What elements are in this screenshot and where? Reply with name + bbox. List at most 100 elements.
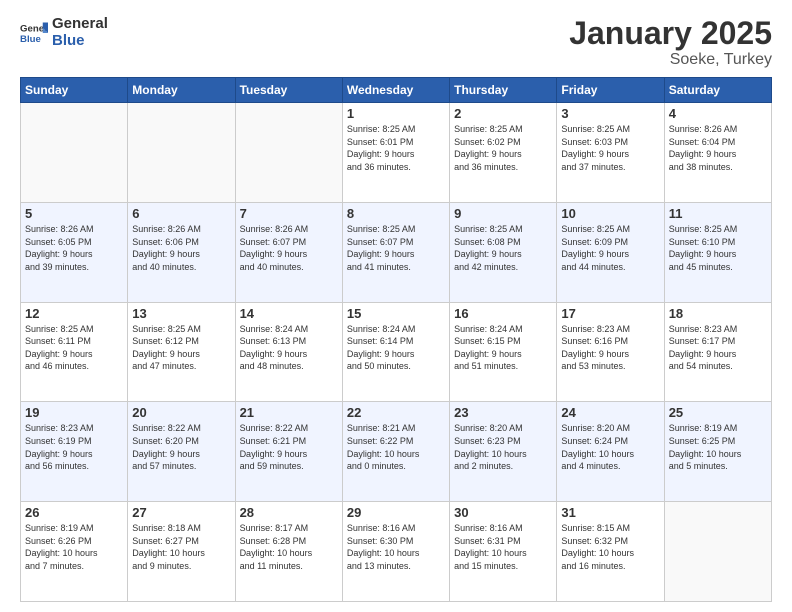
day-number: 16 [454, 306, 552, 321]
day-info: Sunrise: 8:19 AM Sunset: 6:25 PM Dayligh… [669, 422, 767, 472]
day-number: 22 [347, 405, 445, 420]
day-number: 8 [347, 206, 445, 221]
table-row [235, 103, 342, 203]
col-monday: Monday [128, 78, 235, 103]
day-info: Sunrise: 8:22 AM Sunset: 6:21 PM Dayligh… [240, 422, 338, 472]
calendar-header-row: Sunday Monday Tuesday Wednesday Thursday… [21, 78, 772, 103]
day-info: Sunrise: 8:25 AM Sunset: 6:09 PM Dayligh… [561, 223, 659, 273]
table-row: 7 Sunrise: 8:26 AM Sunset: 6:07 PM Daylig… [235, 202, 342, 302]
table-row: 21 Sunrise: 8:22 AM Sunset: 6:21 PM Dayli… [235, 402, 342, 502]
day-info: Sunrise: 8:20 AM Sunset: 6:24 PM Dayligh… [561, 422, 659, 472]
day-number: 13 [132, 306, 230, 321]
day-number: 21 [240, 405, 338, 420]
table-row: 25 Sunrise: 8:19 AM Sunset: 6:25 PM Dayli… [664, 402, 771, 502]
day-number: 7 [240, 206, 338, 221]
day-info: Sunrise: 8:20 AM Sunset: 6:23 PM Dayligh… [454, 422, 552, 472]
page: General Blue General Blue January 2025 S… [0, 0, 792, 612]
calendar-week-row: 1Sunrise: 8:25 AM Sunset: 6:01 PM Daylig… [21, 103, 772, 203]
svg-text:Blue: Blue [20, 33, 41, 44]
day-info: Sunrise: 8:26 AM Sunset: 6:04 PM Dayligh… [669, 123, 767, 173]
table-row: 23 Sunrise: 8:20 AM Sunset: 6:23 PM Dayli… [450, 402, 557, 502]
day-info: Sunrise: 8:16 AM Sunset: 6:31 PM Dayligh… [454, 522, 552, 572]
table-row: 5 Sunrise: 8:26 AM Sunset: 6:05 PM Daylig… [21, 202, 128, 302]
day-number: 29 [347, 505, 445, 520]
day-number: 10 [561, 206, 659, 221]
day-info: Sunrise: 8:23 AM Sunset: 6:17 PM Dayligh… [669, 323, 767, 373]
table-row: 4Sunrise: 8:26 AM Sunset: 6:04 PM Daylig… [664, 103, 771, 203]
month-title: January 2025 [569, 16, 772, 51]
day-info: Sunrise: 8:26 AM Sunset: 6:07 PM Dayligh… [240, 223, 338, 273]
day-info: Sunrise: 8:23 AM Sunset: 6:16 PM Dayligh… [561, 323, 659, 373]
table-row: 28Sunrise: 8:17 AM Sunset: 6:28 PM Dayli… [235, 502, 342, 602]
day-info: Sunrise: 8:15 AM Sunset: 6:32 PM Dayligh… [561, 522, 659, 572]
table-row [21, 103, 128, 203]
header: General Blue General Blue January 2025 S… [20, 16, 772, 69]
table-row: 20 Sunrise: 8:22 AM Sunset: 6:20 PM Dayli… [128, 402, 235, 502]
table-row: 12 Sunrise: 8:25 AM Sunset: 6:11 PM Dayli… [21, 302, 128, 402]
table-row [128, 103, 235, 203]
col-wednesday: Wednesday [342, 78, 449, 103]
location-title: Soeke, Turkey [569, 51, 772, 69]
day-info: Sunrise: 8:22 AM Sunset: 6:20 PM Dayligh… [132, 422, 230, 472]
logo-icon: General Blue [20, 19, 48, 47]
day-info: Sunrise: 8:21 AM Sunset: 6:22 PM Dayligh… [347, 422, 445, 472]
title-area: January 2025 Soeke, Turkey [569, 16, 772, 69]
day-info: Sunrise: 8:25 AM Sunset: 6:01 PM Dayligh… [347, 123, 445, 173]
calendar-table: Sunday Monday Tuesday Wednesday Thursday… [20, 77, 772, 602]
table-row: 14Sunrise: 8:24 AM Sunset: 6:13 PM Dayli… [235, 302, 342, 402]
day-info: Sunrise: 8:24 AM Sunset: 6:13 PM Dayligh… [240, 323, 338, 373]
day-info: Sunrise: 8:23 AM Sunset: 6:19 PM Dayligh… [25, 422, 123, 472]
day-number: 31 [561, 505, 659, 520]
day-number: 2 [454, 106, 552, 121]
table-row: 29 Sunrise: 8:16 AM Sunset: 6:30 PM Dayli… [342, 502, 449, 602]
day-info: Sunrise: 8:25 AM Sunset: 6:12 PM Dayligh… [132, 323, 230, 373]
col-tuesday: Tuesday [235, 78, 342, 103]
day-number: 3 [561, 106, 659, 121]
calendar-week-row: 19Sunrise: 8:23 AM Sunset: 6:19 PM Dayli… [21, 402, 772, 502]
table-row: 24Sunrise: 8:20 AM Sunset: 6:24 PM Dayli… [557, 402, 664, 502]
table-row: 11 Sunrise: 8:25 AM Sunset: 6:10 PM Dayli… [664, 202, 771, 302]
day-info: Sunrise: 8:24 AM Sunset: 6:15 PM Dayligh… [454, 323, 552, 373]
calendar-week-row: 12 Sunrise: 8:25 AM Sunset: 6:11 PM Dayli… [21, 302, 772, 402]
day-info: Sunrise: 8:25 AM Sunset: 6:02 PM Dayligh… [454, 123, 552, 173]
day-info: Sunrise: 8:25 AM Sunset: 6:08 PM Dayligh… [454, 223, 552, 273]
day-number: 20 [132, 405, 230, 420]
table-row: 2 Sunrise: 8:25 AM Sunset: 6:02 PM Daylig… [450, 103, 557, 203]
table-row [664, 502, 771, 602]
logo-general-text: General [52, 16, 108, 33]
day-number: 23 [454, 405, 552, 420]
day-number: 9 [454, 206, 552, 221]
day-number: 15 [347, 306, 445, 321]
table-row: 9 Sunrise: 8:25 AM Sunset: 6:08 PM Daylig… [450, 202, 557, 302]
table-row: 10 Sunrise: 8:25 AM Sunset: 6:09 PM Dayli… [557, 202, 664, 302]
table-row: 19Sunrise: 8:23 AM Sunset: 6:19 PM Dayli… [21, 402, 128, 502]
day-info: Sunrise: 8:25 AM Sunset: 6:03 PM Dayligh… [561, 123, 659, 173]
day-info: Sunrise: 8:26 AM Sunset: 6:05 PM Dayligh… [25, 223, 123, 273]
day-number: 5 [25, 206, 123, 221]
day-info: Sunrise: 8:25 AM Sunset: 6:07 PM Dayligh… [347, 223, 445, 273]
logo: General Blue General Blue [20, 16, 108, 49]
day-info: Sunrise: 8:24 AM Sunset: 6:14 PM Dayligh… [347, 323, 445, 373]
logo-blue-text: Blue [52, 33, 108, 50]
table-row: 16 Sunrise: 8:24 AM Sunset: 6:15 PM Dayli… [450, 302, 557, 402]
calendar-week-row: 26 Sunrise: 8:19 AM Sunset: 6:26 PM Dayli… [21, 502, 772, 602]
day-info: Sunrise: 8:16 AM Sunset: 6:30 PM Dayligh… [347, 522, 445, 572]
day-info: Sunrise: 8:18 AM Sunset: 6:27 PM Dayligh… [132, 522, 230, 572]
day-info: Sunrise: 8:25 AM Sunset: 6:11 PM Dayligh… [25, 323, 123, 373]
day-info: Sunrise: 8:17 AM Sunset: 6:28 PM Dayligh… [240, 522, 338, 572]
table-row: 13 Sunrise: 8:25 AM Sunset: 6:12 PM Dayli… [128, 302, 235, 402]
col-thursday: Thursday [450, 78, 557, 103]
day-number: 12 [25, 306, 123, 321]
day-info: Sunrise: 8:19 AM Sunset: 6:26 PM Dayligh… [25, 522, 123, 572]
day-number: 6 [132, 206, 230, 221]
day-number: 26 [25, 505, 123, 520]
day-number: 25 [669, 405, 767, 420]
col-saturday: Saturday [664, 78, 771, 103]
table-row: 31 Sunrise: 8:15 AM Sunset: 6:32 PM Dayli… [557, 502, 664, 602]
day-number: 30 [454, 505, 552, 520]
day-number: 11 [669, 206, 767, 221]
day-info: Sunrise: 8:25 AM Sunset: 6:10 PM Dayligh… [669, 223, 767, 273]
table-row: 6Sunrise: 8:26 AM Sunset: 6:06 PM Daylig… [128, 202, 235, 302]
table-row: 8 Sunrise: 8:25 AM Sunset: 6:07 PM Daylig… [342, 202, 449, 302]
table-row: 30 Sunrise: 8:16 AM Sunset: 6:31 PM Dayli… [450, 502, 557, 602]
